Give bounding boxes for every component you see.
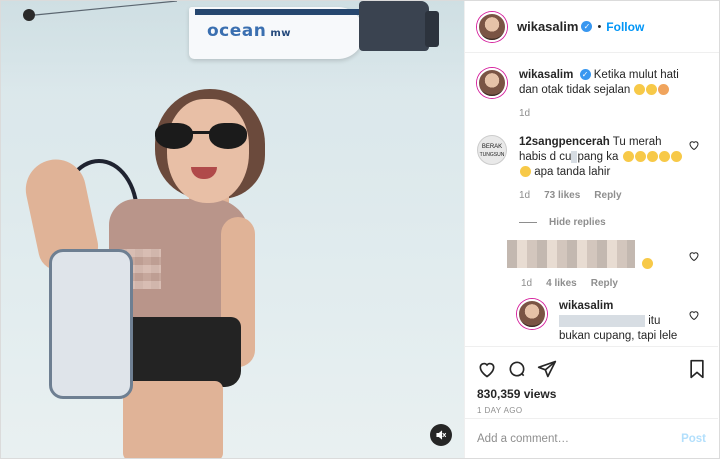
reply-avatar[interactable] <box>517 299 547 329</box>
comment-input[interactable] <box>477 432 682 445</box>
heart-icon[interactable] <box>688 139 700 151</box>
woman-figure <box>20 89 265 458</box>
reply-username[interactable]: wikasalim <box>559 300 613 312</box>
comment-composer: Post <box>465 418 718 458</box>
comment-time: 1d <box>519 190 531 201</box>
separator-dot: • <box>597 20 602 33</box>
reply-likes[interactable]: 4 likes <box>546 276 577 291</box>
author-username[interactable]: wikasalim <box>517 19 578 34</box>
laughing-emoji-icon <box>634 84 646 96</box>
rope-line <box>34 1 178 16</box>
save-bookmark-icon[interactable] <box>688 359 706 379</box>
hide-replies-button[interactable]: Hide replies <box>519 217 706 228</box>
laughing-emoji-icon <box>658 151 670 163</box>
comments-section[interactable]: wikasalim ✓ Ketika mulut hati dan otak t… <box>465 54 718 346</box>
comment-likes[interactable]: 73 likes <box>544 188 580 203</box>
buoy <box>23 9 35 21</box>
legs <box>123 381 223 458</box>
verified-badge-icon: ✓ <box>579 69 591 81</box>
heart-icon[interactable] <box>688 309 700 321</box>
post-media[interactable]: ocean mw <box>1 1 464 458</box>
reply-item: wikasalim itu bukan cupang, tapi lele <box>517 299 706 344</box>
speaker-muted-icon[interactable] <box>430 424 452 446</box>
author-avatar[interactable] <box>477 11 507 42</box>
laughing-emoji-icon <box>520 166 531 178</box>
comment-item: BERAK TUNGSUN 12sangpencerah Tu merah hab… <box>477 135 706 203</box>
reply-button[interactable]: Reply <box>594 188 621 203</box>
laughing-emoji-icon <box>670 151 682 163</box>
boat: ocean mw <box>189 1 439 63</box>
heart-icon[interactable] <box>688 250 700 262</box>
caption: wikasalim ✓ Ketika mulut hati dan otak t… <box>477 68 706 121</box>
monkey-emoji-icon <box>658 84 670 96</box>
verified-badge-icon: ✓ <box>581 21 593 32</box>
laughing-emoji-icon <box>646 151 658 163</box>
outboard-motor <box>425 11 439 47</box>
sunglasses <box>155 123 255 153</box>
post-actions: 830,359 views 1 DAY AGO <box>465 346 718 416</box>
post-frame: ocean mw wikasalim ✓ • Follow wikasalim … <box>0 0 720 459</box>
like-heart-icon[interactable] <box>477 359 497 379</box>
svg-text:BERAK: BERAK <box>482 144 502 150</box>
reply-button[interactable]: Reply <box>591 276 618 291</box>
post-sidebar: wikasalim ✓ • Follow wikasalim ✓ Ketika … <box>464 1 719 458</box>
laughing-emoji-icon <box>634 151 646 163</box>
boat-name: ocean mw <box>207 21 292 41</box>
outboard-motor <box>359 1 429 51</box>
share-paper-plane-icon[interactable] <box>537 359 557 379</box>
shorts <box>121 317 241 387</box>
caption-username[interactable]: wikasalim <box>519 69 573 81</box>
svg-text:TUNGSUN: TUNGSUN <box>480 152 505 158</box>
censor-blur <box>559 314 645 327</box>
caption-time: 1d <box>519 108 531 119</box>
laughing-emoji-icon <box>646 84 658 96</box>
post-comment-button[interactable]: Post <box>681 433 706 445</box>
post-timestamp: 1 DAY AGO <box>477 406 523 415</box>
censor-blur <box>507 240 635 268</box>
comment-bubble-icon[interactable] <box>507 359 527 379</box>
laughing-emoji-icon <box>622 151 634 163</box>
commenter-avatar[interactable]: BERAK TUNGSUN <box>477 135 507 165</box>
tote-bag <box>49 249 133 399</box>
boat-hull: ocean mw <box>189 7 364 59</box>
laughing-emoji-icon <box>642 258 653 269</box>
caption-avatar[interactable] <box>477 68 507 98</box>
follow-button[interactable]: Follow <box>606 20 644 34</box>
commenter-username[interactable]: 12sangpencerah <box>519 136 610 148</box>
views-count[interactable]: 830,359 views <box>477 387 706 401</box>
post-header: wikasalim ✓ • Follow <box>465 1 719 53</box>
reply-item-blurred: 1d 4 likes Reply <box>507 240 706 291</box>
